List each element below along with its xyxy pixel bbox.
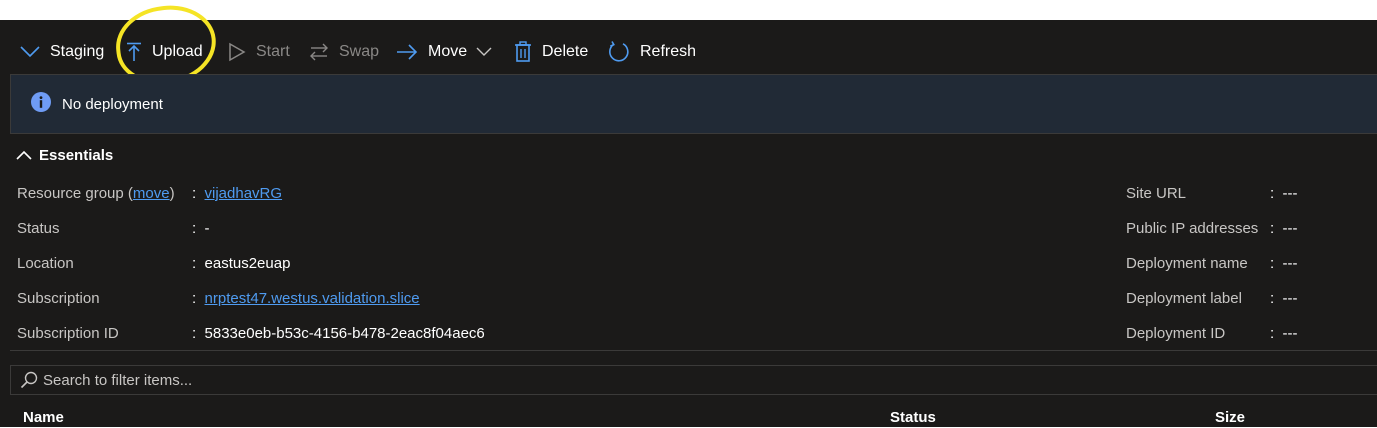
deployment-id-value: : ---	[1270, 325, 1298, 342]
search-icon	[20, 371, 38, 389]
swap-icon	[309, 42, 329, 62]
subscription-value: : nrptest47.westus.validation.slice	[192, 290, 420, 307]
location-value: : eastus2euap	[192, 255, 291, 272]
location-label: Location	[17, 255, 74, 272]
chevron-up-icon	[16, 150, 32, 160]
upload-icon	[126, 42, 142, 62]
delete-button[interactable]: Delete	[514, 38, 588, 66]
chevron-down-icon	[20, 45, 40, 59]
info-icon	[31, 91, 51, 117]
move-resource-group-link[interactable]: move	[133, 185, 170, 202]
column-header-name[interactable]: Name	[23, 408, 64, 428]
essentials-divider	[10, 350, 1377, 351]
subscription-id-value: : 5833e0eb-b53c-4156-b478-2eac8f04aec6	[192, 325, 485, 342]
subscription-link[interactable]: nrptest47.westus.validation.slice	[205, 290, 420, 307]
deployment-name-value: : ---	[1270, 255, 1298, 272]
upload-button[interactable]: Upload	[126, 38, 203, 66]
move-label: Move	[428, 43, 468, 60]
resource-group-link[interactable]: vijadhavRG	[205, 185, 283, 202]
chevron-down-icon	[476, 47, 492, 57]
site-url-label: Site URL	[1126, 185, 1187, 202]
filter-items-input[interactable]	[43, 371, 643, 389]
swap-button[interactable]: Swap	[309, 38, 379, 66]
arrow-right-icon	[396, 44, 418, 60]
essentials-title: Essentials	[39, 146, 114, 164]
filter-search-box[interactable]	[10, 365, 1377, 395]
move-dropdown-button[interactable]: Move	[396, 38, 492, 66]
staging-dropdown-button[interactable]: Staging	[20, 38, 104, 66]
refresh-button[interactable]: Refresh	[608, 38, 696, 66]
deployment-label-value: : ---	[1270, 290, 1298, 307]
swap-label: Swap	[339, 43, 380, 60]
trash-icon	[514, 41, 532, 63]
essentials-toggle[interactable]: Essentials	[16, 144, 113, 166]
column-header-status[interactable]: Status	[890, 408, 936, 428]
subscription-id-label: Subscription ID	[17, 325, 119, 342]
deployment-name-label: Deployment name	[1126, 255, 1248, 272]
start-button[interactable]: Start	[228, 38, 290, 66]
status-label: Status	[17, 220, 60, 237]
resource-group-value: : vijadhavRG	[192, 185, 283, 202]
no-deployment-infobar: No deployment	[10, 74, 1377, 134]
deployment-id-label: Deployment ID	[1126, 325, 1226, 342]
deployment-label-label: Deployment label	[1126, 290, 1242, 307]
column-header-size[interactable]: Size	[1215, 408, 1245, 428]
infobar-message: No deployment	[62, 95, 163, 113]
refresh-label: Refresh	[640, 43, 697, 60]
public-ip-value: : ---	[1270, 220, 1298, 237]
site-url-value: : ---	[1270, 185, 1298, 202]
resource-group-label: Resource group (move)	[17, 185, 175, 202]
upload-label: Upload	[152, 43, 203, 60]
staging-label: Staging	[50, 43, 105, 60]
cloud-service-blade: Staging Upload Start Swap Move Delete Re…	[0, 0, 1377, 428]
play-icon	[228, 42, 246, 62]
start-label: Start	[256, 43, 290, 60]
refresh-icon	[608, 41, 630, 63]
delete-label: Delete	[542, 43, 589, 60]
subscription-label: Subscription	[17, 290, 100, 307]
public-ip-label: Public IP addresses	[1126, 220, 1259, 237]
status-value: : -	[192, 220, 210, 237]
